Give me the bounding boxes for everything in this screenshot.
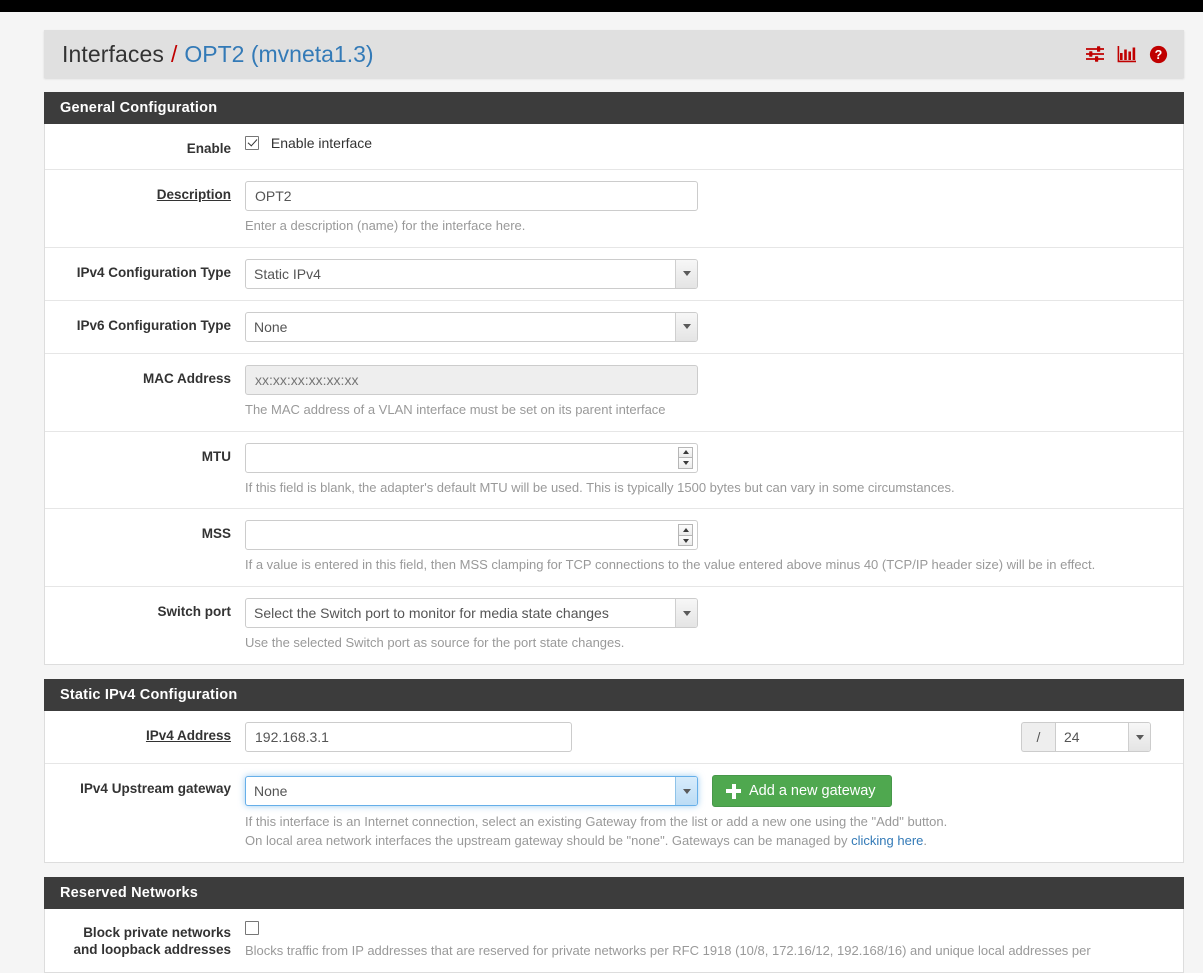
mtu-label: MTU xyxy=(201,448,231,464)
mss-control: If a value is entered in this field, the… xyxy=(245,520,1183,575)
switch-port-select-wrap: Select the Switch port to monitor for me… xyxy=(245,598,698,629)
static-ipv4-body: IPv4 Address / 24 xyxy=(44,711,1184,863)
general-configuration-panel: General Configuration Enable Enable inte… xyxy=(44,92,1184,666)
ipv4-gateway-help-line1: If this interface is an Internet connect… xyxy=(245,814,948,830)
block-private-networks-label-line1: Block private networks xyxy=(83,924,231,940)
chart-icon[interactable] xyxy=(1117,45,1137,63)
ipv4-gateway-label: IPv4 Upstream gateway xyxy=(80,781,231,797)
ipv4-config-type-select[interactable]: Static IPv4 xyxy=(245,258,698,289)
subnet-mask-select[interactable]: 24 xyxy=(1055,722,1151,753)
ipv4-gateway-help: If this interface is an Internet connect… xyxy=(245,813,1169,851)
mtu-control: If this field is blank, the adapter's de… xyxy=(245,442,1183,498)
description-label: Description xyxy=(156,186,231,202)
breadcrumb-root[interactable]: Interfaces xyxy=(62,41,164,68)
switch-port-select[interactable]: Select the Switch port to monitor for me… xyxy=(245,598,698,629)
add-new-gateway-label: Add a new gateway xyxy=(749,783,876,800)
mtu-stepper xyxy=(245,442,698,473)
breadcrumb-current[interactable]: OPT2 (mvneta1.3) xyxy=(184,41,373,68)
breadcrumb: Interfaces / OPT2 (mvneta1.3) ? xyxy=(44,30,1184,78)
ipv4-gateway-select[interactable]: None xyxy=(245,776,698,807)
row-ipv4-address: IPv4 Address / 24 xyxy=(45,711,1183,765)
enable-interface-checkbox[interactable] xyxy=(245,136,259,150)
block-private-networks-control: Blocks traffic from IP addresses that ar… xyxy=(245,920,1183,961)
content-area: Interfaces / OPT2 (mvneta1.3) ? General … xyxy=(44,12,1184,973)
ipv6-config-type-select[interactable]: None xyxy=(245,311,698,342)
breadcrumb-separator: / xyxy=(171,40,178,67)
mss-label: MSS xyxy=(201,526,231,542)
general-configuration-title: General Configuration xyxy=(44,92,1184,124)
ipv6-config-type-label: IPv6 Configuration Type xyxy=(76,317,231,333)
help-icon[interactable]: ? xyxy=(1149,45,1168,64)
mac-address-help: The MAC address of a VLAN interface must… xyxy=(245,401,666,417)
sliders-icon[interactable] xyxy=(1085,45,1105,63)
mss-stepper xyxy=(245,520,698,551)
reserved-networks-panel: Reserved Networks Block private networks… xyxy=(44,876,1184,973)
reserved-networks-body: Block private networks and loopback addr… xyxy=(44,908,1184,973)
ipv4-gateway-control: None Add a new gateway If this interface… xyxy=(245,775,1183,851)
row-description: Description Enter a description (name) f… xyxy=(45,170,1183,248)
switch-port-label: Switch port xyxy=(157,604,232,620)
row-ipv4-config-type: IPv4 Configuration Type Static IPv4 xyxy=(45,248,1183,301)
enable-label: Enable xyxy=(186,141,231,156)
subnet-select-wrap: 24 xyxy=(1055,722,1151,753)
header-icon-group: ? xyxy=(1085,45,1168,64)
ipv6-config-type-control: None xyxy=(245,311,1183,342)
top-system-bar xyxy=(0,0,1203,12)
description-control: Enter a description (name) for the inter… xyxy=(245,180,1183,236)
mss-input[interactable] xyxy=(245,520,698,551)
row-switch-port: Switch port Select the Switch port to mo… xyxy=(45,587,1183,664)
block-private-networks-checkbox[interactable] xyxy=(245,920,259,935)
static-ipv4-title: Static IPv4 Configuration xyxy=(44,679,1184,712)
svg-text:?: ? xyxy=(1155,48,1163,62)
plus-icon xyxy=(726,783,741,799)
mac-address-input[interactable] xyxy=(245,364,698,395)
subnet-mask-group: / 24 xyxy=(1021,722,1151,753)
block-private-networks-help: Blocks traffic from IP addresses that ar… xyxy=(245,942,1091,958)
ipv4-gateway-select-wrap: None xyxy=(245,776,698,807)
row-enable: Enable Enable interface xyxy=(45,124,1183,170)
mss-help: If a value is entered in this field, the… xyxy=(245,557,1096,573)
ipv6-config-type-select-wrap: None xyxy=(245,311,698,342)
reserved-networks-title: Reserved Networks xyxy=(44,876,1184,909)
enable-control: Enable interface xyxy=(245,135,1183,158)
switch-port-control: Select the Switch port to monitor for me… xyxy=(245,598,1183,653)
block-private-networks-label-line2: and loopback addresses xyxy=(73,942,231,958)
description-input[interactable] xyxy=(245,180,698,211)
ipv4-gateway-help-line2-text: On local area network interfaces the ups… xyxy=(245,832,852,848)
ipv4-address-label: IPv4 Address xyxy=(145,728,231,744)
row-ipv4-gateway: IPv4 Upstream gateway None Add a new gat… xyxy=(45,764,1183,862)
ipv4-config-type-control: Static IPv4 xyxy=(245,258,1183,289)
mtu-input[interactable] xyxy=(245,442,698,473)
row-mss: MSS If a value is entered in this field,… xyxy=(45,509,1183,588)
page-root: Interfaces / OPT2 (mvneta1.3) ? General … xyxy=(0,12,1203,973)
subnet-prefix-label: / xyxy=(1021,722,1055,753)
description-help: Enter a description (name) for the inter… xyxy=(245,217,526,233)
static-ipv4-panel: Static IPv4 Configuration IPv4 Address /… xyxy=(44,679,1184,863)
add-new-gateway-button[interactable]: Add a new gateway xyxy=(712,775,892,808)
row-mac-address: MAC Address The MAC address of a VLAN in… xyxy=(45,354,1183,432)
ipv4-address-input[interactable] xyxy=(245,722,572,753)
general-configuration-body: Enable Enable interface Description Ente… xyxy=(44,124,1184,666)
block-private-networks-label: Block private networks and loopback addr… xyxy=(45,920,245,961)
ipv4-config-type-select-wrap: Static IPv4 xyxy=(245,258,698,289)
ipv4-gateway-help-line2: On local area network interfaces the ups… xyxy=(245,832,1169,851)
mtu-help: If this field is blank, the adapter's de… xyxy=(245,479,955,495)
switch-port-help: Use the selected Switch port as source f… xyxy=(245,635,625,651)
ipv4-config-type-label: IPv4 Configuration Type xyxy=(76,264,231,280)
row-mtu: MTU If this field is blank, the adapter'… xyxy=(45,432,1183,510)
gateways-manage-link[interactable]: clicking here xyxy=(851,833,923,848)
ipv4-gateway-help-line2-end: . xyxy=(923,832,928,848)
mac-address-label: MAC Address xyxy=(142,370,231,386)
mac-address-control: The MAC address of a VLAN interface must… xyxy=(245,364,1183,420)
row-block-private-networks: Block private networks and loopback addr… xyxy=(45,909,1183,972)
ipv4-address-control: / 24 xyxy=(245,722,1183,753)
enable-interface-label: Enable interface xyxy=(270,135,373,151)
row-ipv6-config-type: IPv6 Configuration Type None xyxy=(45,301,1183,354)
